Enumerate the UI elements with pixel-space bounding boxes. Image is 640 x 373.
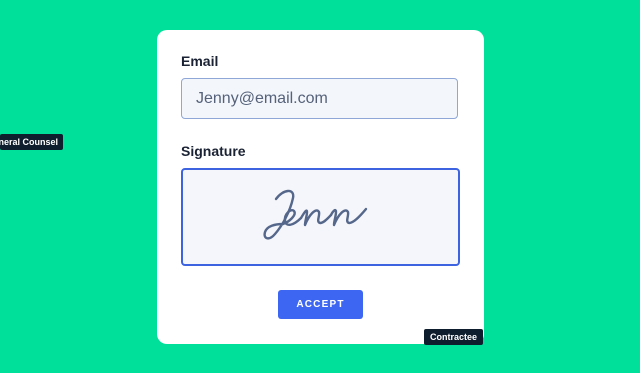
signing-card: Email Signature ACCEPT	[157, 30, 484, 344]
contractee-tag: Contractee	[424, 329, 483, 345]
email-field[interactable]	[181, 78, 458, 119]
general-counsel-tag: General Counsel	[0, 134, 63, 150]
signature-label: Signature	[181, 143, 246, 159]
general-counsel-tag-label: General Counsel	[0, 137, 58, 147]
accept-button[interactable]: ACCEPT	[278, 290, 363, 319]
signature-drawing	[263, 189, 368, 240]
email-label: Email	[181, 53, 219, 69]
signature-pad[interactable]	[181, 168, 460, 266]
